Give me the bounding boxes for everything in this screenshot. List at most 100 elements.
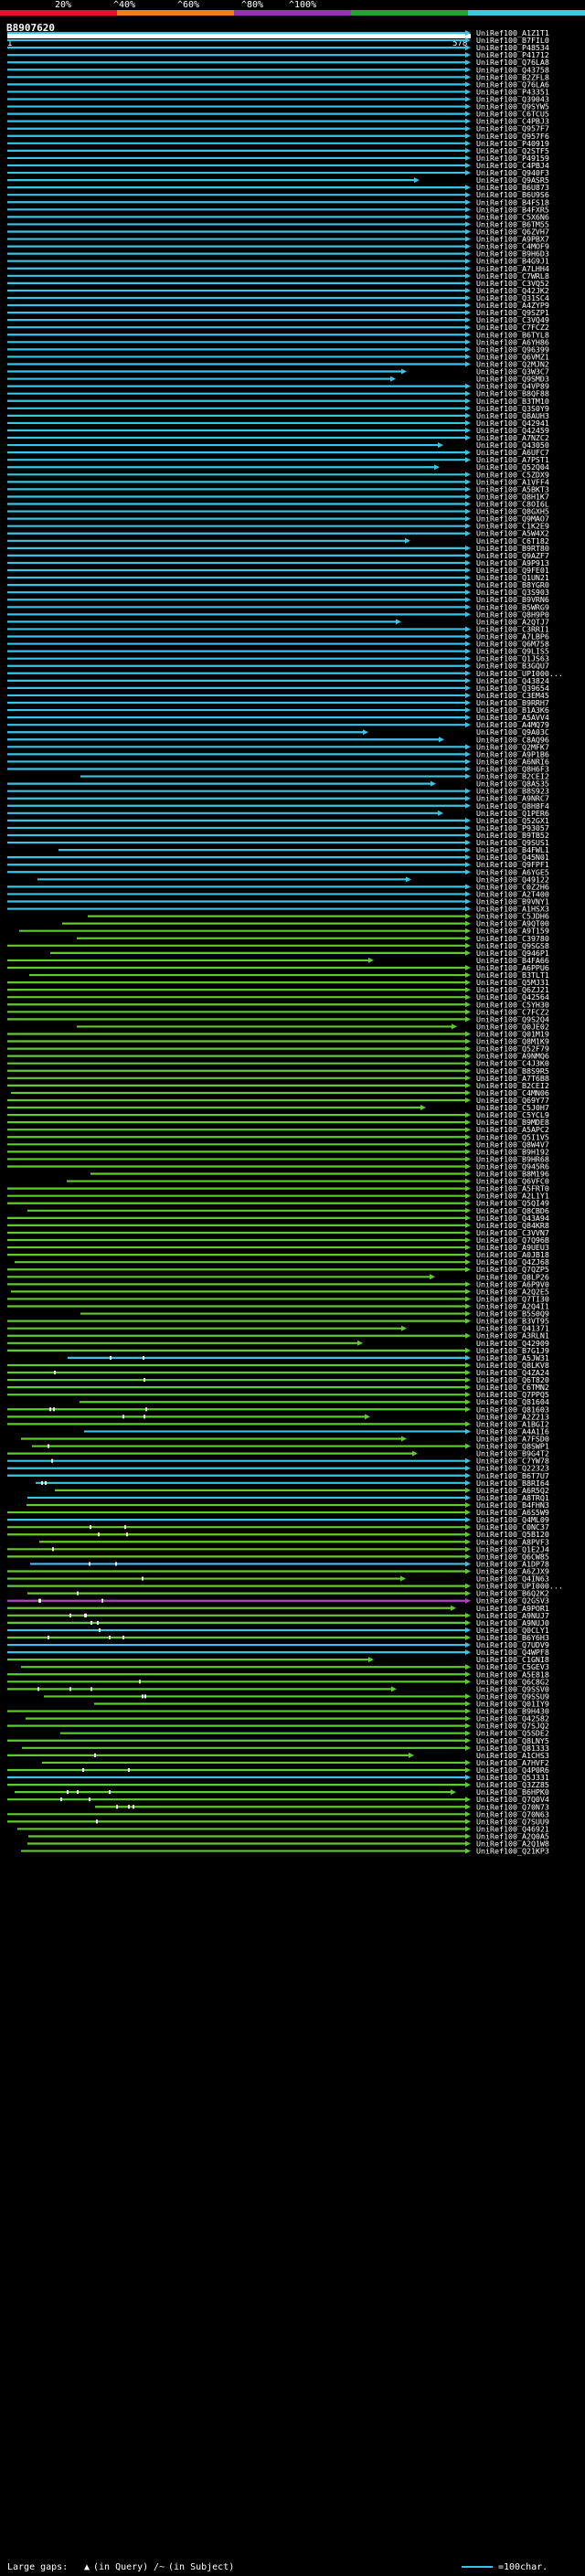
hit-row[interactable]: UniRef100_Q81333 xyxy=(22,1744,549,1753)
hit-row[interactable]: UniRef100_Q8H9P0 xyxy=(7,610,549,619)
hit-row[interactable]: UniRef100_Q4ZJ68 xyxy=(15,1257,549,1267)
hit-row[interactable]: UniRef100_Q8W4V7 xyxy=(7,1140,549,1149)
hit-row[interactable]: UniRef100_A1HSX3 xyxy=(7,905,549,914)
hit-row[interactable]: UniRef100_Q0CLY1 xyxy=(7,1626,549,1635)
hit-row[interactable]: UniRef100_A1VFF4 xyxy=(7,477,549,486)
hit-row[interactable]: UniRef100_Q7QZP5 xyxy=(7,1265,549,1274)
hit-row[interactable]: UniRef100_Q45N01 xyxy=(7,853,549,862)
hit-row[interactable]: UniRef100_B9G4T2 xyxy=(7,1449,549,1458)
hit-row[interactable]: UniRef100_A9T159 xyxy=(19,927,549,936)
hit-row[interactable]: UniRef100_A7T6B8 xyxy=(7,1074,549,1083)
hit-row[interactable]: UniRef100_Q9MAO7 xyxy=(7,514,549,524)
hit-row[interactable]: UniRef100_A4MQ79 xyxy=(7,720,549,729)
hit-row[interactable]: UniRef100_Q8AS35 xyxy=(7,779,549,789)
hit-row[interactable]: UniRef100_A9POR1 xyxy=(7,1604,549,1613)
hit-row[interactable]: UniRef100_C3VQ52 xyxy=(7,279,549,288)
hit-row[interactable]: UniRef100_Q6T820 xyxy=(7,1375,549,1384)
hit-row[interactable]: UniRef100_B6TYL8 xyxy=(7,330,549,339)
hit-row[interactable]: UniRef100_A9NUJ7 xyxy=(7,1611,549,1620)
hit-row[interactable]: UniRef100_C3VVN7 xyxy=(7,1228,549,1237)
hit-row[interactable]: UniRef100_C5ZDX9 xyxy=(7,470,549,479)
hit-row[interactable]: UniRef100_B3VT95 xyxy=(7,1317,549,1326)
hit-row[interactable]: UniRef100_B8S9R5 xyxy=(7,1066,549,1076)
hit-row[interactable]: UniRef100_Q42564 xyxy=(7,992,549,1002)
hit-row[interactable]: UniRef100_B6Y6H3 xyxy=(7,1633,549,1642)
hit-row[interactable]: UniRef100_A6P9V0 xyxy=(7,1279,549,1288)
hit-row[interactable]: UniRef100_Q6M758 xyxy=(7,640,549,649)
hit-row[interactable]: UniRef100_C3VQ49 xyxy=(7,315,549,324)
hit-row[interactable]: UniRef100_B2ZFL8 xyxy=(7,72,549,81)
hit-row[interactable]: UniRef100_Q21KP3 xyxy=(21,1847,549,1856)
hit-row[interactable]: UniRef100_C4PBJ4 xyxy=(7,161,549,170)
hit-row[interactable]: UniRef100_B6U873 xyxy=(7,183,549,192)
hit-row[interactable]: UniRef100_Q945R6 xyxy=(7,1161,549,1171)
hit-row[interactable]: UniRef100_Q76LA8 xyxy=(7,58,549,67)
hit-row[interactable]: UniRef100_Q6ZJ21 xyxy=(7,985,549,994)
hit-row[interactable]: UniRef100_Q43A94 xyxy=(7,1214,549,1223)
hit-row[interactable]: UniRef100_Q5B120 xyxy=(7,1530,549,1539)
hit-row[interactable]: UniRef100_Q8CBD6 xyxy=(27,1206,549,1215)
hit-row[interactable]: UniRef100_A6YGE5 xyxy=(7,867,549,876)
hit-row[interactable]: UniRef100_B8S923 xyxy=(7,787,549,796)
hit-row[interactable]: UniRef100_Q7SUU9 xyxy=(7,1817,549,1826)
hit-row[interactable]: UniRef100_B9MDE8 xyxy=(7,1118,549,1127)
hit-row[interactable]: UniRef100_Q3W3C7 xyxy=(7,367,549,376)
hit-row[interactable]: UniRef100_Q9SUS1 xyxy=(7,838,549,847)
hit-row[interactable]: UniRef100_Q1JS63 xyxy=(7,654,549,663)
hit-row[interactable]: UniRef100_B9VRN6 xyxy=(7,595,549,604)
hit-row[interactable]: UniRef100_B9H192 xyxy=(7,1147,549,1156)
hit-row[interactable]: UniRef100_Q1PER6 xyxy=(7,809,549,818)
hit-row[interactable]: UniRef100_Q4WPF8 xyxy=(7,1648,549,1657)
hit-row[interactable]: UniRef100_Q7Q0V4 xyxy=(7,1795,549,1804)
hit-row[interactable]: UniRef100_Q6CW85 xyxy=(7,1552,549,1561)
hit-row[interactable]: UniRef100_A9NMQ6 xyxy=(7,1052,549,1061)
hit-row[interactable]: UniRef100_P40919 xyxy=(7,139,549,148)
hit-row[interactable]: UniRef100_Q4ML09 xyxy=(7,1515,549,1524)
hit-row[interactable]: UniRef100_C7FCZ2 xyxy=(7,1007,549,1016)
hit-row[interactable]: UniRef100_Q9SZP1 xyxy=(7,308,549,317)
hit-row[interactable]: UniRef100_Q42JK2 xyxy=(7,286,549,295)
hit-row[interactable]: UniRef100_Q9SSU9 xyxy=(44,1691,549,1701)
hit-row[interactable]: UniRef100_B9H430 xyxy=(7,1707,549,1716)
hit-row[interactable]: UniRef100_C4J3K0 xyxy=(7,1059,549,1068)
hit-row[interactable]: UniRef100_Q6C8G2 xyxy=(7,1677,549,1686)
hit-row[interactable]: UniRef100_A6YH86 xyxy=(7,337,549,346)
hit-row[interactable]: UniRef100_C7YW78 xyxy=(7,1457,549,1466)
hit-row[interactable]: UniRef100_P41712 xyxy=(7,50,549,59)
hit-row[interactable]: UniRef100_C8AQ96 xyxy=(7,735,549,744)
hit-row[interactable]: UniRef100_A6NRI6 xyxy=(7,757,549,766)
hit-row[interactable]: UniRef100_A2QTJ7 xyxy=(7,617,549,626)
hit-row[interactable]: UniRef100_C0NC37 xyxy=(7,1522,549,1532)
hit-row[interactable]: UniRef100_Q940F3 xyxy=(7,168,549,177)
hit-row[interactable]: UniRef100_Q49122 xyxy=(37,875,549,884)
hit-row[interactable]: UniRef100_Q43824 xyxy=(7,676,549,685)
hit-row[interactable]: UniRef100_Q9FE01 xyxy=(7,566,549,575)
hit-row[interactable]: UniRef100_C3RRI1 xyxy=(7,624,549,633)
hit-row[interactable]: UniRef100_A2T400 xyxy=(7,889,549,898)
hit-row[interactable]: UniRef100_Q9FPF1 xyxy=(7,860,549,869)
hit-row[interactable]: UniRef100_A0JB18 xyxy=(7,1250,549,1259)
hit-row[interactable]: UniRef100_A5BKT3 xyxy=(7,484,549,493)
hit-row[interactable]: UniRef100_A9P913 xyxy=(7,558,549,567)
hit-row[interactable]: UniRef100_Q6VMZ1 xyxy=(7,352,549,361)
hit-row[interactable]: UniRef100_A9PBX7 xyxy=(7,235,549,244)
hit-row[interactable]: UniRef100_B6Q2K2 xyxy=(27,1589,549,1598)
hit-row[interactable]: UniRef100_B8QF88 xyxy=(7,389,549,398)
hit-row[interactable]: UniRef100_B3TM10 xyxy=(7,397,549,406)
hit-row[interactable]: UniRef100_C5X6N6 xyxy=(7,212,549,221)
hit-row[interactable]: UniRef100_A2Q1W8 xyxy=(27,1839,549,1849)
hit-row[interactable]: UniRef100_Q8AUH3 xyxy=(7,411,549,420)
hit-row[interactable]: UniRef100_A9NRC7 xyxy=(7,794,549,803)
hit-row[interactable]: UniRef100_P93057 xyxy=(7,823,549,832)
hit-row[interactable]: UniRef100_C8OI6L xyxy=(7,500,549,509)
hit-row[interactable]: UniRef100_C6TMN2 xyxy=(7,1383,549,1392)
hit-row[interactable]: UniRef100_A2Q2E5 xyxy=(11,1287,549,1296)
hit-row[interactable]: UniRef100_B3TLT1 xyxy=(29,970,549,980)
hit-row[interactable]: UniRef100_B8RI64 xyxy=(36,1479,549,1488)
hit-row[interactable]: UniRef100_B4FXR5 xyxy=(7,205,549,214)
hit-row[interactable]: UniRef100_Q3ZZ85 xyxy=(7,1780,549,1789)
hit-row[interactable]: UniRef100_A5AVV4 xyxy=(7,713,549,722)
hit-row[interactable]: UniRef100_A3RLN1 xyxy=(7,1331,549,1341)
hit-row[interactable]: UniRef100_A8TRQ1 xyxy=(27,1493,549,1502)
hit-row[interactable]: UniRef100_C1GNI8 xyxy=(7,1655,549,1664)
